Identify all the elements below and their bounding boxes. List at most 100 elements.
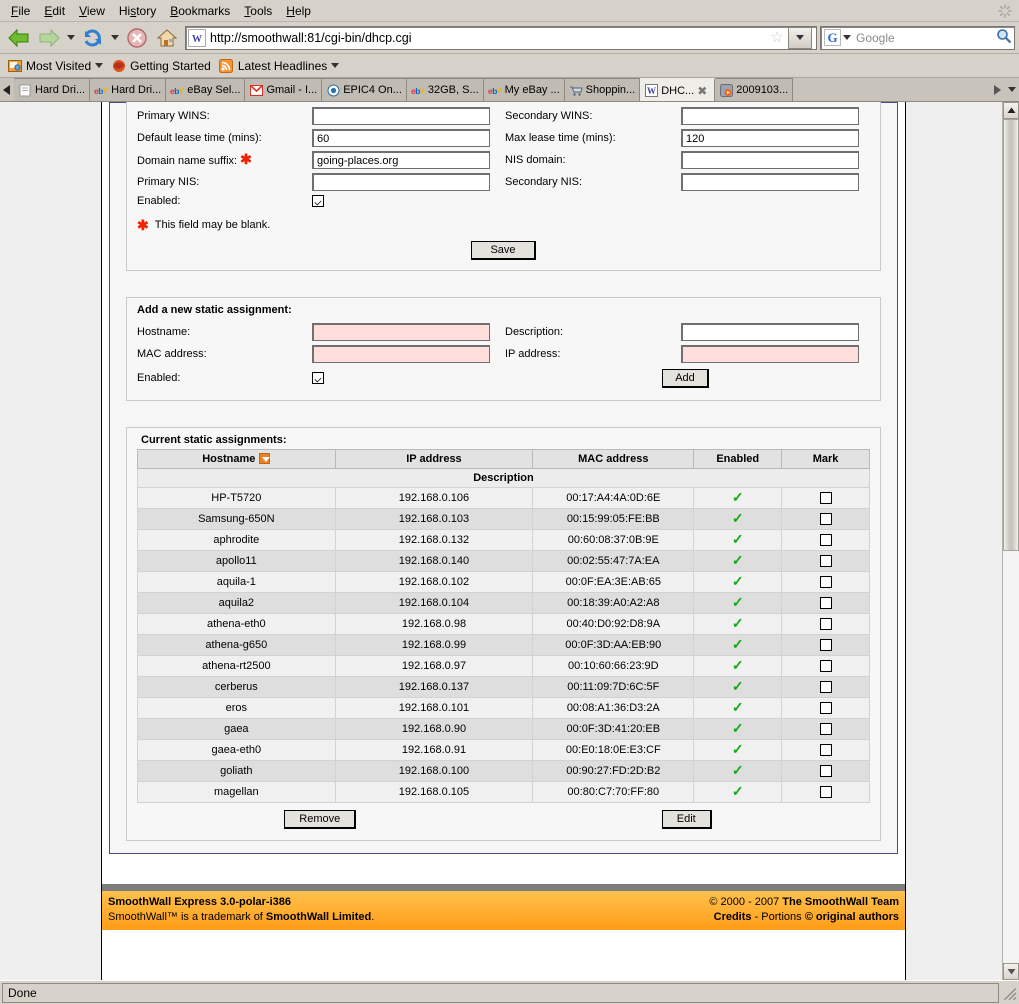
column-mac-address[interactable]: MAC address (533, 450, 694, 469)
table-row[interactable]: gaea192.168.0.9000:0F:3D:41:20:EB✓ (138, 719, 870, 740)
search-input[interactable]: Google (856, 31, 994, 45)
table-row[interactable]: aphrodite192.168.0.13200:60:08:37:0B:9E✓ (138, 530, 870, 551)
tab-9[interactable]: 2009103... (715, 78, 793, 101)
table-row[interactable]: athena-eth0192.168.0.9800:40:D0:92:D8:9A… (138, 614, 870, 635)
description-input[interactable] (681, 323, 859, 341)
add-button[interactable]: Add (662, 369, 709, 388)
url-text[interactable]: http://smoothwall:81/cgi-bin/dhcp.cgi (210, 31, 768, 45)
url-bar[interactable]: W http://smoothwall:81/cgi-bin/dhcp.cgi … (185, 26, 817, 50)
ip-address-input[interactable] (681, 345, 859, 363)
settings-right-input[interactable] (681, 173, 859, 191)
tab-0[interactable]: Hard Dri... (14, 78, 90, 101)
bookmark-latest-headlines[interactable]: Latest Headlines (217, 57, 345, 74)
search-icon[interactable] (994, 28, 1014, 47)
mark-checkbox[interactable] (820, 639, 832, 651)
table-row[interactable]: athena-rt2500192.168.0.9700:10:60:66:23:… (138, 656, 870, 677)
search-bar[interactable]: G Google (820, 26, 1015, 50)
mark-checkbox[interactable] (820, 576, 832, 588)
tab-3[interactable]: Gmail - I... (245, 78, 322, 101)
tab-5[interactable]: ebY32GB, S... (407, 78, 484, 101)
mac-address-input[interactable] (312, 345, 490, 363)
table-row[interactable]: athena-g650192.168.0.9900:0F:3D:AA:EB:90… (138, 635, 870, 656)
forward-button[interactable] (34, 24, 64, 52)
table-row[interactable]: goliath192.168.0.10000:90:27:FD:2D:B2✓ (138, 761, 870, 782)
tab-list-chevron-icon[interactable] (1008, 87, 1016, 92)
menu-help[interactable]: Help (279, 2, 318, 20)
column-hostname[interactable]: Hostname (138, 450, 336, 469)
menu-bookmarks[interactable]: Bookmarks (163, 2, 237, 20)
mark-checkbox[interactable] (820, 618, 832, 630)
table-row[interactable]: Samsung-650N192.168.0.10300:15:99:05:FE:… (138, 509, 870, 530)
table-row[interactable]: apollo11192.168.0.14000:02:55:47:7A:EA✓ (138, 551, 870, 572)
table-row[interactable]: aquila2192.168.0.10400:18:39:A0:A2:A8✓ (138, 593, 870, 614)
scroll-up-button[interactable] (1003, 102, 1019, 119)
mark-checkbox[interactable] (820, 702, 832, 714)
table-row[interactable]: eros192.168.0.10100:08:A1:36:D3:2A✓ (138, 698, 870, 719)
settings-left-input[interactable] (312, 151, 490, 169)
tab-1[interactable]: ebYHard Dri... (90, 78, 166, 101)
bookmark-most-visited[interactable]: Most Visited (5, 57, 109, 74)
history-dropdown-button[interactable] (64, 24, 78, 52)
scrollbar-thumb[interactable] (1003, 119, 1019, 551)
settings-left-input[interactable] (312, 129, 490, 147)
save-button[interactable]: Save (471, 241, 535, 260)
table-row[interactable]: magellan192.168.0.10500:80:C7:70:FF:80✓ (138, 782, 870, 803)
table-row[interactable]: gaea-eth0192.168.0.9100:E0:18:0E:E3:CF✓ (138, 740, 870, 761)
footer-credits-link[interactable]: Credits (714, 911, 752, 923)
bookmark-star-icon[interactable]: ☆ (768, 29, 786, 47)
mark-checkbox[interactable] (820, 597, 832, 609)
remove-button[interactable]: Remove (284, 810, 356, 829)
column-enabled[interactable]: Enabled (694, 450, 782, 469)
home-button[interactable] (152, 24, 182, 52)
mark-checkbox[interactable] (820, 555, 832, 567)
scroll-down-button[interactable] (1003, 963, 1019, 980)
tab-6[interactable]: ebYMy eBay ... (484, 78, 565, 101)
menu-history[interactable]: History (112, 2, 163, 20)
menu-edit[interactable]: Edit (37, 2, 72, 20)
settings-right-input[interactable] (681, 129, 859, 147)
mark-checkbox[interactable] (820, 765, 832, 777)
search-engine-chevron-icon[interactable] (843, 35, 851, 40)
bookmark-getting-started[interactable]: Getting Started (109, 57, 217, 74)
table-row[interactable]: cerberus192.168.0.13700:11:09:7D:6C:5F✓ (138, 677, 870, 698)
reload-dropdown-button[interactable] (108, 24, 122, 52)
tab-8[interactable]: WDHC...✖ (640, 78, 715, 101)
sort-descending-icon[interactable] (259, 453, 270, 464)
column-mark[interactable]: Mark (782, 450, 870, 469)
table-row[interactable]: HP-T5720192.168.0.10600:17:A4:4A:0D:6E✓ (138, 488, 870, 509)
settings-right-input[interactable] (681, 151, 859, 169)
settings-right-input[interactable] (681, 107, 859, 125)
scrollbar-track[interactable] (1003, 119, 1019, 963)
column-ip-address[interactable]: IP address (335, 450, 533, 469)
menu-file[interactable]: File (4, 2, 37, 20)
url-dropdown-button[interactable] (788, 27, 812, 49)
mark-checkbox[interactable] (820, 786, 832, 798)
mark-checkbox[interactable] (820, 660, 832, 672)
resize-grip-icon[interactable] (1001, 985, 1017, 1001)
tab-scroll-left-button[interactable] (0, 78, 14, 101)
table-row[interactable]: aquila-1192.168.0.10200:0F:EA:3E:AB:65✓ (138, 572, 870, 593)
hostname-input[interactable] (312, 323, 490, 341)
settings-left-input[interactable] (312, 173, 490, 191)
settings-left-input[interactable] (312, 107, 490, 125)
reload-button[interactable] (78, 24, 108, 52)
stop-button[interactable] (122, 24, 152, 52)
tab-7[interactable]: Shoppin... (565, 78, 641, 101)
mark-checkbox[interactable] (820, 681, 832, 693)
google-icon[interactable]: G (824, 29, 841, 46)
menu-tools[interactable]: Tools (237, 2, 279, 20)
mark-checkbox[interactable] (820, 492, 832, 504)
vertical-scrollbar[interactable] (1002, 102, 1019, 980)
edit-button[interactable]: Edit (662, 810, 712, 829)
mark-checkbox[interactable] (820, 534, 832, 546)
add-enabled-checkbox[interactable] (312, 372, 324, 384)
tab-close-icon[interactable]: ✖ (694, 84, 710, 98)
back-button[interactable] (4, 24, 34, 52)
mark-checkbox[interactable] (820, 513, 832, 525)
tab-4[interactable]: EPIC4 On... (322, 78, 407, 101)
triangle-right-icon[interactable] (992, 84, 1002, 96)
enabled-checkbox[interactable] (312, 195, 324, 207)
mark-checkbox[interactable] (820, 723, 832, 735)
menu-view[interactable]: View (72, 2, 112, 20)
mark-checkbox[interactable] (820, 744, 832, 756)
